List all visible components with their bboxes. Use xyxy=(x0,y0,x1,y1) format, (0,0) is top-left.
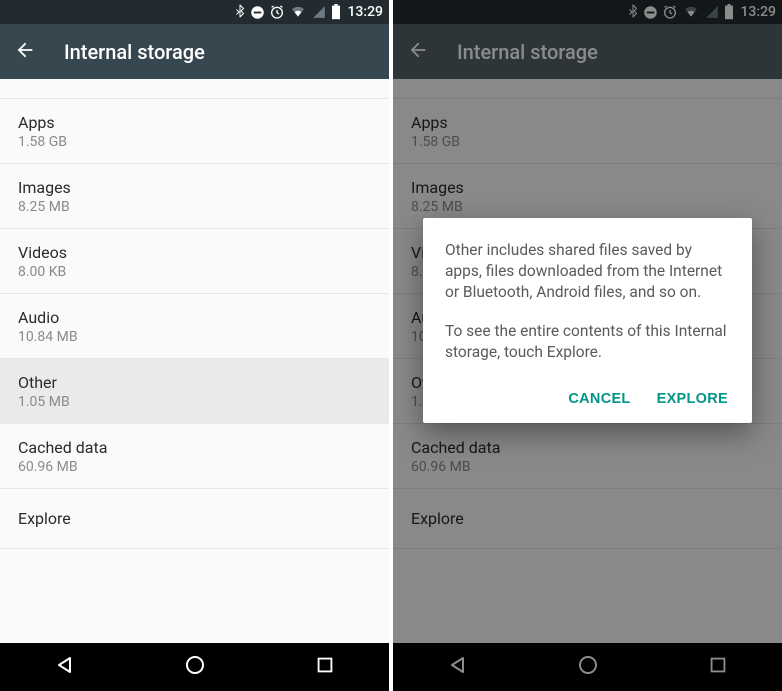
clock: 13:29 xyxy=(347,4,383,20)
row-label: Cached data xyxy=(18,438,371,457)
dialog-actions: CANCEL EXPLORE xyxy=(445,385,730,413)
row-cached-data[interactable]: Cached data 60.96 MB xyxy=(0,424,389,489)
row-label: Explore xyxy=(18,509,371,528)
row-label: Apps xyxy=(18,113,371,132)
phone-right: 13:29 Internal storage Apps 1.58 GB Imag… xyxy=(393,0,782,691)
row-sub: 8.00 KB xyxy=(18,264,371,280)
row-sub: 10.84 MB xyxy=(18,329,371,345)
dialog-text-2: To see the entire contents of this Inter… xyxy=(445,321,730,363)
row-videos[interactable]: Videos 8.00 KB xyxy=(0,229,389,294)
bluetooth-icon xyxy=(234,4,246,20)
row-images[interactable]: Images 8.25 MB xyxy=(0,164,389,229)
app-bar: Internal storage xyxy=(0,24,389,79)
nav-home-icon[interactable] xyxy=(183,653,207,681)
nav-back-icon[interactable] xyxy=(53,653,77,681)
dialog-text-1: Other includes shared files saved by app… xyxy=(445,240,730,303)
row-label: Videos xyxy=(18,243,371,262)
battery-icon xyxy=(331,4,341,20)
status-bar: 13:29 xyxy=(0,0,389,24)
back-icon[interactable] xyxy=(14,39,36,65)
row-audio[interactable]: Audio 10.84 MB xyxy=(0,294,389,359)
row-label: Audio xyxy=(18,308,371,327)
wifi-icon xyxy=(289,5,307,19)
cancel-button[interactable]: CANCEL xyxy=(568,391,630,407)
page-title: Internal storage xyxy=(64,40,205,64)
signal-icon xyxy=(311,5,327,19)
row-sub: 1.58 GB xyxy=(18,134,371,150)
nav-bar xyxy=(0,643,389,691)
row-explore[interactable]: Explore xyxy=(0,489,389,549)
dnd-icon xyxy=(250,5,265,20)
alarm-icon xyxy=(269,4,285,20)
row-apps[interactable]: Apps 1.58 GB xyxy=(0,99,389,164)
list-spacer xyxy=(0,79,389,99)
phone-left: 13:29 Internal storage Apps 1.58 GB Imag… xyxy=(0,0,389,691)
other-info-dialog: Other includes shared files saved by app… xyxy=(423,218,752,423)
storage-list: Apps 1.58 GB Images 8.25 MB Videos 8.00 … xyxy=(0,79,389,643)
row-sub: 1.05 MB xyxy=(18,394,371,410)
row-label: Other xyxy=(18,373,371,392)
row-other[interactable]: Other 1.05 MB xyxy=(0,359,389,424)
row-sub: 60.96 MB xyxy=(18,459,371,475)
row-label: Images xyxy=(18,178,371,197)
nav-recent-icon[interactable] xyxy=(314,654,336,680)
explore-button[interactable]: EXPLORE xyxy=(657,391,728,407)
row-sub: 8.25 MB xyxy=(18,199,371,215)
